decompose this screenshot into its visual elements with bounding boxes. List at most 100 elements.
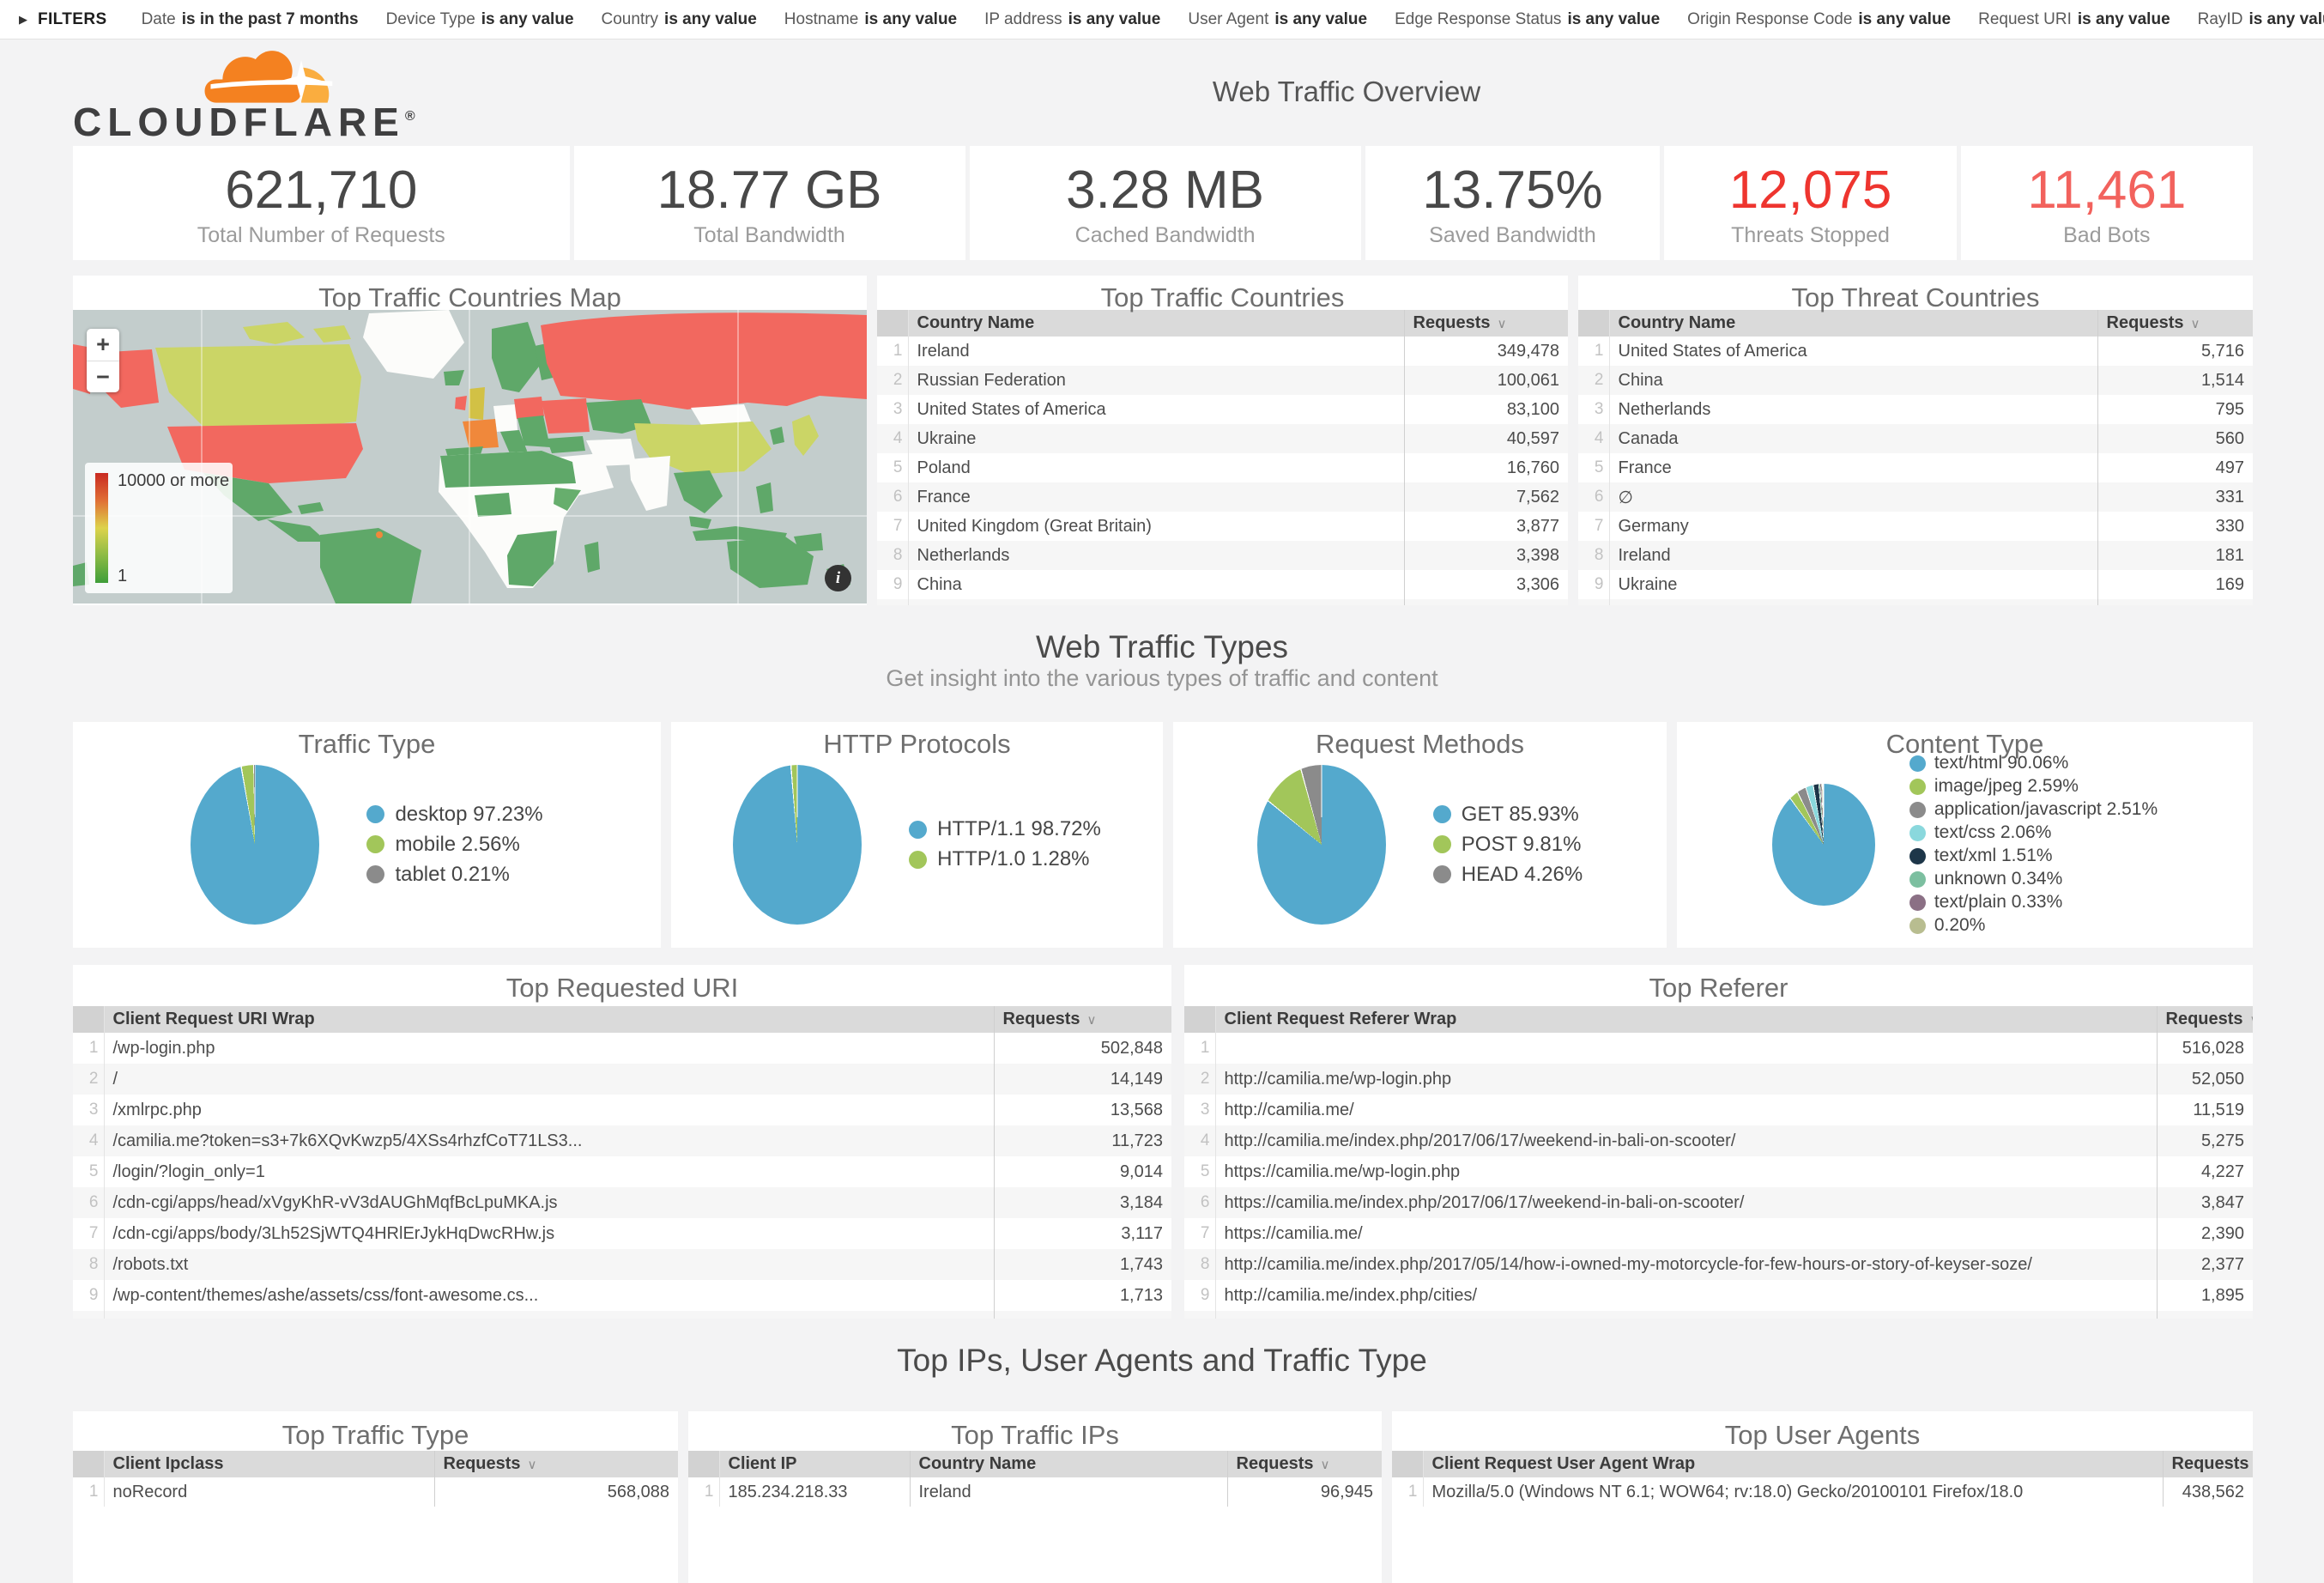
table-row[interactable]: 1/wp-login.php502,848 [73, 1033, 1171, 1064]
zoom-in-button[interactable]: + [87, 329, 119, 361]
table-row[interactable]: 8Netherlands3,398 [877, 541, 1568, 570]
filter-item[interactable]: User Agentis any value [1188, 10, 1367, 28]
table-row[interactable]: 6/cdn-cgi/apps/head/xVgyKhR-vV3dAUGhMqfB… [73, 1187, 1171, 1218]
country-ireland [455, 396, 467, 410]
table-row[interactable]: 2Russian Federation100,061 [877, 366, 1568, 395]
table-row[interactable]: 7United Kingdom (Great Britain)3,877 [877, 512, 1568, 541]
table-row[interactable]: 4Canada560 [1578, 424, 2253, 453]
table-row[interactable]: 8http://camilia.me/index.php/2017/05/14/… [1184, 1249, 2253, 1280]
table-row[interactable]: 1516,028 [1184, 1033, 2253, 1064]
column-header[interactable]: Client Request URI Wrap [104, 1006, 994, 1033]
column-header[interactable]: Requests∨ [1404, 310, 1568, 337]
table-row[interactable]: 6France7,562 [877, 482, 1568, 512]
table-row[interactable]: 6∅331 [1578, 482, 2253, 512]
top-traffic-ips-table: Client IPCountry NameRequests∨1185.234.2… [688, 1451, 1382, 1507]
table-row[interactable]: 1Ireland349,478 [877, 337, 1568, 366]
panel-title: Top Traffic IPs [688, 1411, 1382, 1451]
filter-item[interactable]: Dateis in the past 7 months [142, 10, 359, 28]
column-header[interactable]: Country Name [908, 310, 1404, 337]
table-row[interactable]: 8/robots.txt1,743 [73, 1249, 1171, 1280]
column-header[interactable]: Client Request User Agent Wrap [1423, 1451, 2163, 1477]
sort-chevron-icon: ∨ [1498, 317, 1507, 331]
table-row[interactable]: 9http://camilia.me/index.php/cities/1,89… [1184, 1280, 2253, 1311]
table-row[interactable]: 5https://camilia.me/wp-login.php4,227 [1184, 1156, 2253, 1187]
column-header[interactable]: Requests∨ [1227, 1451, 1382, 1477]
legend-item: GET 85.93% [1433, 803, 1583, 827]
filter-item[interactable]: IP addressis any value [984, 10, 1160, 28]
filter-bar[interactable]: ▶ FILTERS Dateis in the past 7 months Dev… [0, 0, 2324, 39]
table-row[interactable]: 3http://camilia.me/11,519 [1184, 1095, 2253, 1125]
map-info-icon[interactable]: i [825, 565, 851, 591]
cloudflare-cloud-icon [174, 47, 354, 104]
column-header[interactable]: Client Request Referer Wrap [1215, 1006, 2157, 1033]
top-user-agents-panel: Top User Agents Client Request User Agen… [1392, 1411, 2253, 1583]
table-row[interactable]: 10Canada2,215 [877, 599, 1568, 605]
table-row[interactable]: 3/xmlrpc.php13,568 [73, 1095, 1171, 1125]
filters-expand-icon[interactable]: ▶ [19, 13, 27, 27]
table-row[interactable]: 4/camilia.me?token=s3+7k6XQvKwzp5/4XSs4r… [73, 1125, 1171, 1156]
table-row[interactable]: 7Germany330 [1578, 512, 2253, 541]
table-row[interactable]: 10Singapore158 [1578, 599, 2253, 605]
table-row[interactable]: 9Ukraine169 [1578, 570, 2253, 599]
legend-item: text/plain 0.33% [1909, 892, 2158, 913]
filter-item[interactable]: Request URIis any value [1978, 10, 2170, 28]
content-type-pie[interactable] [1772, 784, 1875, 906]
top-traffic-type-panel: Top Traffic Type Client IpclassRequests∨… [73, 1411, 678, 1583]
table-row[interactable]: 5France497 [1578, 453, 2253, 482]
column-header[interactable]: Client IP [719, 1451, 910, 1477]
table-row[interactable]: 1noRecord568,088 [73, 1477, 678, 1507]
panel-title: Top User Agents [1392, 1411, 2253, 1451]
legend-dot-icon [1909, 895, 1926, 911]
request-methods-pie[interactable] [1257, 765, 1386, 925]
table-row[interactable]: 5/login/?login_only=19,014 [73, 1156, 1171, 1187]
column-header[interactable]: Client Ipclass [104, 1451, 434, 1477]
table-row[interactable]: 3United States of America83,100 [877, 395, 1568, 424]
kpi-threats-stopped: 12,075Threats Stopped [1664, 146, 1956, 260]
table-row[interactable]: 2/14,149 [73, 1064, 1171, 1095]
table-row[interactable]: 3Netherlands795 [1578, 395, 2253, 424]
http-protocols-pie[interactable] [733, 765, 862, 925]
table-row[interactable]: 9China3,306 [877, 570, 1568, 599]
country-france [463, 419, 499, 449]
filter-item[interactable]: Countryis any value [602, 10, 757, 28]
table-row[interactable]: 7/cdn-cgi/apps/body/3Lh52SjWTQ4HRlErJykH… [73, 1218, 1171, 1249]
table-row[interactable]: 2China1,514 [1578, 366, 2253, 395]
filters-label[interactable]: FILTERS [38, 10, 107, 29]
filter-item[interactable]: Device Typeis any value [386, 10, 574, 28]
world-map[interactable]: + − 10000 or more 1 i [73, 310, 867, 603]
table-row[interactable]: 1185.234.218.33Ireland96,945 [688, 1477, 1382, 1507]
table-row[interactable]: 4Ukraine40,597 [877, 424, 1568, 453]
table-row[interactable]: 2http://camilia.me/wp-login.php52,050 [1184, 1064, 2253, 1095]
filter-item[interactable]: Edge Response Statusis any value [1395, 10, 1660, 28]
column-header[interactable]: Country Name [910, 1451, 1227, 1477]
country-scandinavia [492, 322, 542, 392]
column-header[interactable]: Requests∨ [2157, 1006, 2253, 1033]
column-header[interactable]: Requests∨ [994, 1006, 1171, 1033]
table-row[interactable]: 8Ireland181 [1578, 541, 2253, 570]
top-requested-uri-table: Client Request URI WrapRequests∨1/wp-log… [73, 1006, 1171, 1319]
traffic-type-pie[interactable] [191, 765, 319, 925]
filter-item[interactable]: Origin Response Codeis any value [1687, 10, 1951, 28]
table-row[interactable]: 5Poland16,760 [877, 453, 1568, 482]
filter-item[interactable]: RayIDis any value [2198, 10, 2324, 28]
country-philippines [756, 482, 773, 513]
table-row[interactable]: 4http://camilia.me/index.php/2017/06/17/… [1184, 1125, 2253, 1156]
zoom-out-button[interactable]: − [87, 361, 119, 392]
table-row[interactable]: 1Mozilla/5.0 (Windows NT 6.1; WOW64; rv:… [1392, 1477, 2253, 1507]
filter-item[interactable]: Hostnameis any value [784, 10, 957, 28]
table-row[interactable]: 1United States of America5,716 [1578, 337, 2253, 366]
table-row[interactable]: 6https://camilia.me/index.php/2017/06/17… [1184, 1187, 2253, 1218]
panel-title: Top Threat Countries [1578, 276, 2253, 310]
column-header[interactable]: Requests∨ [434, 1451, 678, 1477]
table-row[interactable]: 9/wp-content/themes/ashe/assets/css/font… [73, 1280, 1171, 1311]
legend-dot-icon [366, 805, 384, 823]
table-row[interactable]: 10/wp-content/themes/ashe/style.css?ver=… [73, 1311, 1171, 1319]
column-header[interactable]: Requests∨ [2163, 1451, 2253, 1477]
column-header[interactable]: Country Name [1609, 310, 2097, 337]
table-row[interactable]: 10http://camilia.me/index.php/about/1,47… [1184, 1311, 2253, 1319]
legend-item: text/html 90.06% [1909, 753, 2158, 773]
table-row[interactable]: 7https://camilia.me/2,390 [1184, 1218, 2253, 1249]
kpi-row: 621,710Total Number of Requests 18.77 GB… [73, 146, 2253, 260]
legend-dot-icon [366, 865, 384, 883]
column-header[interactable]: Requests∨ [2097, 310, 2253, 337]
